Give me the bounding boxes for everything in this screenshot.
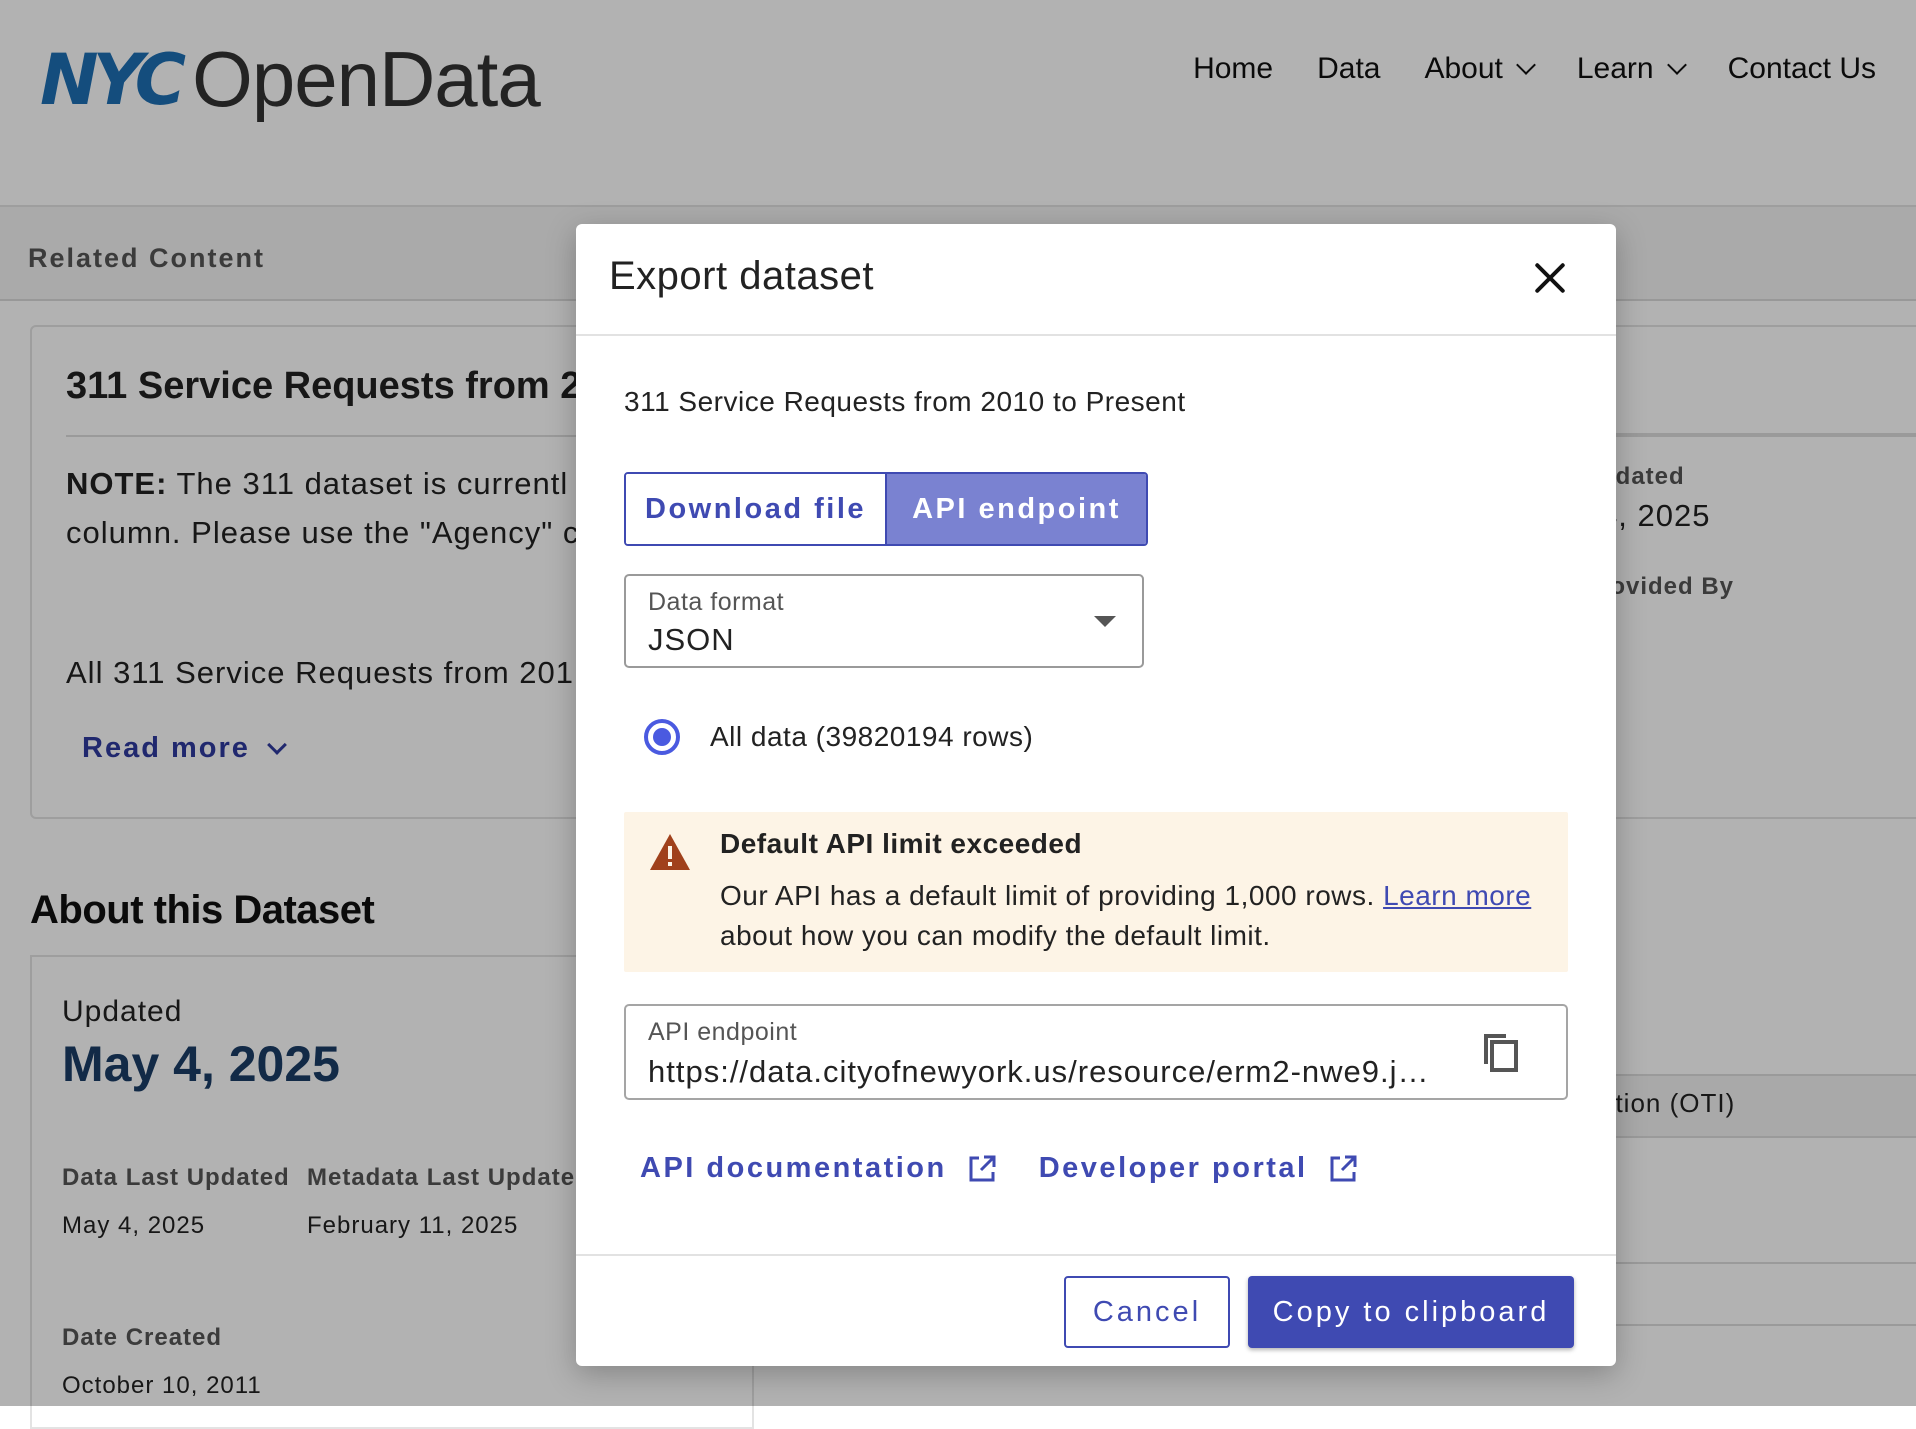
external-link-icon — [969, 1155, 996, 1181]
warning-text-end: about how you can modify the default lim… — [720, 920, 1271, 951]
dialog-footer: Cancel Copy to clipboard — [576, 1254, 1616, 1366]
export-dataset-dialog: Export dataset 311 Service Requests from… — [576, 224, 1616, 1366]
api-endpoint-tab[interactable]: API endpoint — [885, 474, 1146, 544]
external-link-icon — [1330, 1155, 1357, 1181]
export-mode-toggle: Download file API endpoint — [624, 472, 1148, 546]
copy-to-clipboard-button[interactable]: Copy to clipboard — [1248, 1276, 1574, 1348]
data-format-select[interactable]: Data format JSON — [624, 574, 1144, 668]
dialog-title: Export dataset — [609, 254, 874, 298]
api-endpoint-url[interactable]: https://data.cityofnewyork.us/resource/e… — [648, 1054, 1432, 1090]
dropdown-arrow-icon — [1094, 616, 1116, 627]
data-format-value: JSON — [648, 622, 735, 657]
warning-body: Our API has a default limit of providing… — [720, 876, 1540, 956]
radio-selected-dot — [653, 728, 671, 746]
api-endpoint-label: API endpoint — [648, 1018, 798, 1046]
developer-portal-label: Developer portal — [1038, 1152, 1308, 1184]
api-limit-warning: Default API limit exceeded Our API has a… — [624, 812, 1568, 972]
close-icon[interactable] — [1530, 258, 1570, 298]
warning-icon — [650, 834, 690, 870]
api-documentation-link[interactable]: API documentation — [640, 1152, 997, 1185]
external-links: API documentation Developer portal — [640, 1152, 1358, 1185]
data-format-label: Data format — [648, 588, 785, 616]
api-endpoint-field[interactable]: API endpoint https://data.cityofnewyork.… — [624, 1004, 1568, 1100]
dataset-name: 311 Service Requests from 2010 to Presen… — [624, 386, 1186, 417]
learn-more-link[interactable]: Learn more — [1383, 880, 1531, 911]
cancel-button[interactable]: Cancel — [1064, 1276, 1230, 1348]
api-documentation-label: API documentation — [640, 1152, 947, 1184]
radio-button[interactable] — [644, 719, 680, 755]
all-data-radio-option[interactable]: All data (39820194 rows) — [644, 719, 1033, 755]
warning-title: Default API limit exceeded — [720, 828, 1083, 859]
developer-portal-link[interactable]: Developer portal — [1039, 1152, 1358, 1185]
download-file-tab[interactable]: Download file — [626, 474, 885, 544]
dialog-header: Export dataset — [576, 224, 1616, 336]
all-data-label: All data (39820194 rows) — [710, 721, 1034, 752]
warning-text: Our API has a default limit of providing… — [720, 880, 1384, 911]
copy-icon[interactable] — [1478, 1028, 1520, 1074]
